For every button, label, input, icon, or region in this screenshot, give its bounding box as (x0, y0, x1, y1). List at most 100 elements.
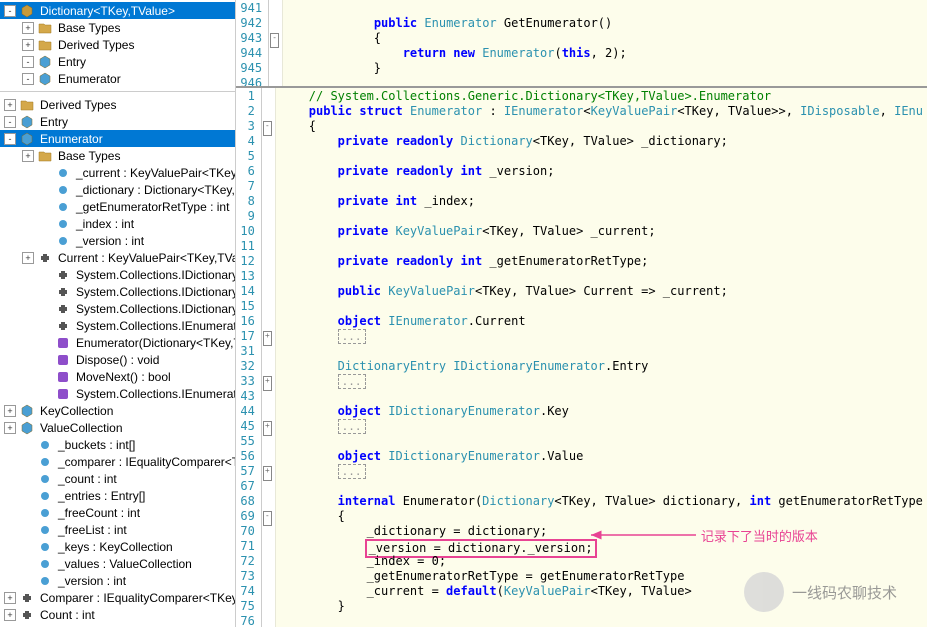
expand-toggle[interactable]: + (4, 99, 16, 111)
tree-item[interactable]: _freeCount : int (0, 504, 235, 521)
tree-item[interactable]: +Count : int (0, 606, 235, 623)
code-line[interactable]: ... (280, 419, 923, 434)
tree-item[interactable]: _values : ValueCollection (0, 555, 235, 572)
code-line[interactable]: ... (280, 329, 923, 344)
code-line[interactable]: private readonly int _getEnumeratorRetTy… (280, 254, 923, 269)
tree-panel[interactable]: -Dictionary<TKey,TValue>+Base Types+Deri… (0, 0, 236, 627)
code-line[interactable]: public Enumerator GetEnumerator() (287, 16, 923, 31)
code-line[interactable]: ... (280, 464, 923, 479)
code-line[interactable]: public KeyValuePair<TKey, TValue> Curren… (280, 284, 923, 299)
tree-item[interactable]: _buckets : int[] (0, 436, 235, 453)
code-line[interactable]: // System.Collections.Generic.Dictionary… (280, 89, 923, 104)
tree-item[interactable]: -Entry (0, 53, 235, 70)
code-line[interactable]: return new Enumerator(this, 2); (287, 46, 923, 61)
code-line[interactable]: private readonly Dictionary<TKey, TValue… (280, 134, 923, 149)
code-line[interactable]: _dictionary = dictionary; (280, 524, 923, 539)
tree-item[interactable]: +Comparer : IEqualityComparer<TKey> (0, 589, 235, 606)
code-line[interactable]: { (280, 119, 923, 134)
struct-icon (19, 420, 35, 436)
expand-toggle[interactable]: + (4, 422, 16, 434)
tree-item[interactable]: _keys : KeyCollection (0, 538, 235, 555)
tree-item[interactable]: _dictionary : Dictionary<TKey,TValue> (0, 181, 235, 198)
expand-toggle[interactable]: - (4, 116, 16, 128)
tree-item[interactable]: System.Collections.IDictionaryEnumera (0, 283, 235, 300)
tree-item[interactable]: _version : int (0, 232, 235, 249)
expand-toggle[interactable]: + (4, 609, 16, 621)
line-number: 17 (240, 329, 254, 344)
code-line[interactable] (280, 209, 923, 224)
expand-toggle[interactable]: - (22, 56, 34, 68)
code-line[interactable]: object IDictionaryEnumerator.Key (280, 404, 923, 419)
code-line[interactable]: DictionaryEntry IDictionaryEnumerator.En… (280, 359, 923, 374)
code-line[interactable] (287, 1, 923, 16)
struct-icon (19, 131, 35, 147)
tree-item[interactable]: +Derived Types (0, 96, 235, 113)
tree-item[interactable]: -Enumerator (0, 70, 235, 87)
tree-item[interactable]: +Base Types (0, 147, 235, 164)
code-line[interactable]: private int _index; (280, 194, 923, 209)
tree-item[interactable]: +KeyCollection (0, 402, 235, 419)
tree-item[interactable]: System.Collections.IDictionaryEnumera (0, 300, 235, 317)
expand-toggle[interactable]: - (22, 73, 34, 85)
expand-toggle[interactable]: - (4, 5, 16, 17)
class-icon (19, 3, 35, 19)
top-code-editor[interactable]: 941942943944945946 - public Enumerator G… (236, 0, 927, 88)
line-number: 33 (240, 374, 254, 389)
expand-toggle[interactable]: - (4, 133, 16, 145)
tree-item[interactable]: _current : KeyValuePair<TKey,TValue> (0, 164, 235, 181)
tree-item[interactable]: this[TKey] : TValue (0, 623, 235, 627)
code-line[interactable]: object IEnumerator.Current (280, 314, 923, 329)
tree-item[interactable]: _comparer : IEqualityComparer<TKey> (0, 453, 235, 470)
tree-item[interactable]: Enumerator(Dictionary<TKey,TValue>, (0, 334, 235, 351)
tree-item[interactable]: _getEnumeratorRetType : int (0, 198, 235, 215)
code-line[interactable]: { (280, 509, 923, 524)
code-line[interactable]: { (287, 31, 923, 46)
expand-toggle[interactable]: + (4, 405, 16, 417)
tree-item[interactable]: _entries : Entry[] (0, 487, 235, 504)
line-number: 71 (240, 539, 254, 554)
code-line[interactable] (280, 179, 923, 194)
code-line[interactable]: } (287, 61, 923, 76)
expand-toggle[interactable]: + (22, 150, 34, 162)
tree-item[interactable]: -Enumerator (0, 130, 235, 147)
field-icon (55, 233, 71, 249)
code-line[interactable] (280, 389, 923, 404)
tree-item[interactable]: -Dictionary<TKey,TValue> (0, 2, 235, 19)
code-line[interactable] (280, 434, 923, 449)
code-line[interactable]: _index = 0; (280, 554, 923, 569)
tree-item[interactable]: System.Collections.IEnumerator.Reset() (0, 385, 235, 402)
tree-item[interactable]: System.Collections.IDictionaryEnumera (0, 266, 235, 283)
code-line[interactable]: private KeyValuePair<TKey, TValue> _curr… (280, 224, 923, 239)
tree-item[interactable]: +Base Types (0, 19, 235, 36)
code-line[interactable] (280, 149, 923, 164)
tree-item[interactable]: _index : int (0, 215, 235, 232)
code-line[interactable]: _version = dictionary._version; (280, 539, 923, 554)
tree-item[interactable]: System.Collections.IEnumerator.Curren (0, 317, 235, 334)
code-line[interactable]: object IDictionaryEnumerator.Value (280, 449, 923, 464)
code-line[interactable]: public struct Enumerator : IEnumerator<K… (280, 104, 923, 119)
code-line[interactable] (280, 344, 923, 359)
tree-item[interactable]: +ValueCollection (0, 419, 235, 436)
tree-item[interactable]: _count : int (0, 470, 235, 487)
code-line[interactable]: internal Enumerator(Dictionary<TKey, TVa… (280, 494, 923, 509)
code-line[interactable] (280, 614, 923, 627)
tree-item[interactable]: MoveNext() : bool (0, 368, 235, 385)
tree-item[interactable]: _version : int (0, 572, 235, 589)
code-line[interactable] (280, 479, 923, 494)
code-line[interactable]: private readonly int _version; (280, 164, 923, 179)
expand-toggle[interactable]: + (22, 22, 34, 34)
code-line[interactable] (280, 269, 923, 284)
code-line[interactable] (287, 76, 923, 88)
expand-toggle[interactable]: + (22, 39, 34, 51)
main-code-editor[interactable]: 1234567891011121314151617313233434445555… (236, 88, 927, 627)
code-line[interactable] (280, 299, 923, 314)
tree-item[interactable]: +Current : KeyValuePair<TKey,TValue> (0, 249, 235, 266)
expand-toggle[interactable]: + (22, 252, 34, 264)
tree-item[interactable]: -Entry (0, 113, 235, 130)
tree-item[interactable]: _freeList : int (0, 521, 235, 538)
code-line[interactable]: ... (280, 374, 923, 389)
tree-item[interactable]: Dispose() : void (0, 351, 235, 368)
code-line[interactable] (280, 239, 923, 254)
tree-item[interactable]: +Derived Types (0, 36, 235, 53)
expand-toggle[interactable]: + (4, 592, 16, 604)
